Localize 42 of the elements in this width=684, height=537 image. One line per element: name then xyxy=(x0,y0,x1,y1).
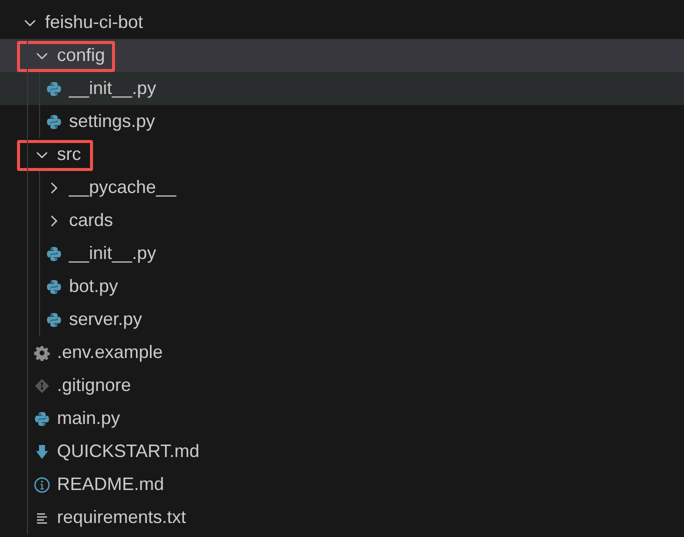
file-name: bot.py xyxy=(69,275,118,298)
file-name: main.py xyxy=(57,407,120,430)
folder-row[interactable]: config xyxy=(0,39,684,72)
folder-row[interactable]: src xyxy=(0,138,684,171)
file-row[interactable]: .env.example xyxy=(0,336,684,369)
file-name: requirements.txt xyxy=(57,506,186,529)
file-name: __init__.py xyxy=(69,77,156,100)
file-row[interactable]: .gitignore xyxy=(0,369,684,402)
file-name: QUICKSTART.md xyxy=(57,440,200,463)
python-icon xyxy=(46,114,62,130)
file-name: __init__.py xyxy=(69,242,156,265)
python-icon xyxy=(46,312,62,328)
file-row[interactable]: __init__.py xyxy=(0,237,684,270)
python-icon xyxy=(46,278,62,294)
file-row[interactable]: main.py xyxy=(0,402,684,435)
folder-row[interactable]: feishu-ci-bot xyxy=(0,6,684,39)
file-name: README.md xyxy=(57,473,164,496)
file-name: server.py xyxy=(69,308,142,331)
folder-name: cards xyxy=(69,209,114,232)
folder-name: __pycache__ xyxy=(69,176,176,199)
folder-name: src xyxy=(57,143,81,166)
file-row[interactable]: QUICKSTART.md xyxy=(0,435,684,468)
folder-name: config xyxy=(57,44,106,67)
file-row[interactable]: settings.py xyxy=(0,105,684,138)
folder-row[interactable]: __pycache__ xyxy=(0,171,684,204)
file-row[interactable]: bot.py xyxy=(0,270,684,303)
file-row[interactable]: server.py xyxy=(0,303,684,336)
folder-row[interactable]: cards xyxy=(0,204,684,237)
git-icon xyxy=(34,378,50,394)
file-name: settings.py xyxy=(69,110,156,133)
gear-icon xyxy=(34,344,50,360)
python-icon xyxy=(46,80,62,96)
file-row[interactable]: __init__.py xyxy=(0,72,684,105)
down-arrow-icon xyxy=(34,444,50,460)
file-row[interactable]: requirements.txt xyxy=(0,501,684,534)
python-icon xyxy=(34,410,50,426)
file-name: .gitignore xyxy=(57,374,132,397)
info-icon xyxy=(34,476,50,492)
python-icon xyxy=(46,246,62,262)
file-name: .env.example xyxy=(57,341,163,364)
file-row[interactable]: README.md xyxy=(0,468,684,501)
folder-name: feishu-ci-bot xyxy=(45,11,144,34)
